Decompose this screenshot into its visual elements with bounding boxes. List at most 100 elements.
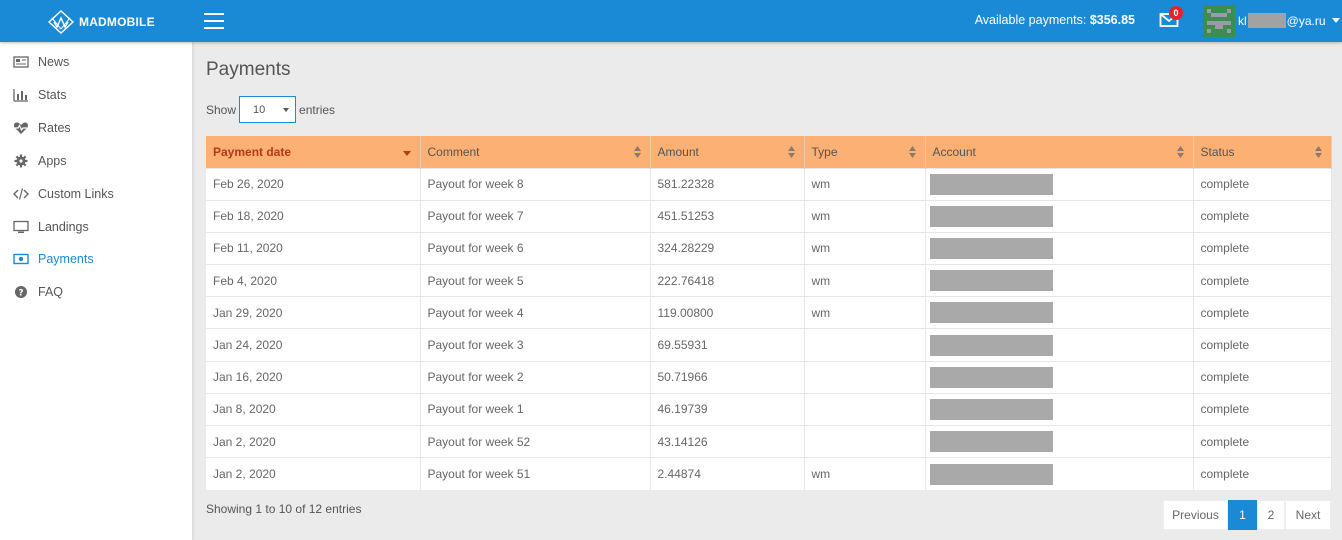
column-header-payment-date[interactable]: Payment date <box>206 136 421 168</box>
hamburger-bar-1 <box>204 13 224 15</box>
cell-comment: Payout for week 3 <box>420 328 651 362</box>
cell-date: Feb 26, 2020 <box>206 167 421 201</box>
redacted-account <box>929 463 1053 485</box>
cell-date: Jan 2, 2020 <box>206 424 421 458</box>
code-icon <box>13 186 29 202</box>
column-header-type[interactable]: Type <box>804 136 926 168</box>
sidebar-item-custom-links[interactable]: Custom Links <box>0 180 193 208</box>
question-circle-icon: ? <box>13 284 29 300</box>
heartbeat-icon <box>13 120 29 136</box>
column-header-label: Amount <box>657 144 699 159</box>
sidebar-item-payments[interactable]: Payments <box>0 245 193 273</box>
entries-per-page-select[interactable]: 10 <box>239 96 297 123</box>
svg-text:?: ? <box>18 289 23 299</box>
cell-status: complete <box>1193 167 1332 201</box>
cell-status: complete <box>1193 264 1332 297</box>
table-row: Feb 18, 2020 Payout for week 7 451.51253… <box>206 199 1332 233</box>
table-info: Showing 1 to 10 of 12 entries <box>206 502 362 516</box>
column-header-comment[interactable]: Comment <box>420 136 651 168</box>
avatar[interactable] <box>1203 5 1235 37</box>
cell-account <box>925 360 1194 394</box>
sidebar-item-label: Payments <box>38 252 94 266</box>
user-menu[interactable]: kl @ya.ru <box>1238 13 1340 28</box>
monitor-icon <box>13 219 29 235</box>
cell-status: complete <box>1193 424 1332 458</box>
cell-date: Jan 8, 2020 <box>206 392 421 426</box>
cell-type <box>804 392 926 426</box>
cell-type <box>804 424 926 458</box>
sidebar-item-label: Stats <box>38 88 67 102</box>
user-email-prefix: kl <box>1238 13 1247 28</box>
cell-amount: 69.55931 <box>650 328 805 362</box>
table-row: Jan 24, 2020 Payout for week 3 69.55931 … <box>206 328 1332 362</box>
entries-length-control: Show 10 entries <box>206 96 335 123</box>
gear-icon <box>13 153 29 169</box>
cell-comment: Payout for week 5 <box>420 264 651 297</box>
bar-chart-icon <box>13 87 29 103</box>
redacted-account <box>929 366 1053 388</box>
cell-amount: 46.19739 <box>650 392 805 426</box>
avatar-identicon <box>1203 5 1235 37</box>
column-header-label: Type <box>811 144 838 159</box>
cell-amount: 324.28229 <box>650 231 805 265</box>
column-header-label: Comment <box>427 144 480 159</box>
table-row: Jan 16, 2020 Payout for week 2 50.71966 … <box>206 360 1332 394</box>
page-2-button[interactable]: 2 <box>1257 500 1285 530</box>
sidebar-item-stats[interactable]: Stats <box>0 81 193 109</box>
cell-status: complete <box>1193 392 1332 426</box>
cell-comment: Payout for week 2 <box>420 360 651 394</box>
cell-account <box>925 457 1194 490</box>
sidebar-item-news[interactable]: News <box>0 48 193 76</box>
user-email-suffix: @ya.ru <box>1286 13 1326 28</box>
next-page-button[interactable]: Next <box>1285 500 1331 530</box>
cell-date: Jan 24, 2020 <box>206 328 421 362</box>
page-title: Payments <box>206 59 291 80</box>
cell-amount: 50.71966 <box>650 360 805 394</box>
page-1-button[interactable]: 1 <box>1228 500 1257 530</box>
column-header-label: Status <box>1200 144 1235 159</box>
sidebar-item-label: News <box>38 55 70 69</box>
available-payments-label: Available payments: <box>974 13 1087 27</box>
sidebar-item-rates[interactable]: Rates <box>0 114 193 142</box>
sort-icon <box>787 146 795 158</box>
redacted-account <box>929 270 1053 292</box>
show-label: Show <box>206 102 237 117</box>
cell-comment: Payout for week 8 <box>420 167 651 201</box>
pagination: Previous 1 2 Next <box>1163 500 1331 530</box>
logo-mark-icon <box>47 10 75 34</box>
money-icon <box>13 251 29 267</box>
hamburger-bar-2 <box>204 20 224 22</box>
cell-date: Feb 11, 2020 <box>206 231 421 265</box>
table-row: Jan 8, 2020 Payout for week 1 46.19739 c… <box>206 392 1332 426</box>
cell-comment: Payout for week 51 <box>420 457 651 490</box>
column-header-status[interactable]: Status <box>1193 136 1332 168</box>
menu-toggle-button[interactable] <box>204 13 224 29</box>
table-row: Jan 2, 2020 Payout for week 52 43.14126 … <box>206 424 1332 458</box>
redacted-account <box>929 173 1053 195</box>
table-row: Feb 26, 2020 Payout for week 8 581.22328… <box>206 167 1332 201</box>
available-payments-amount: $356.85 <box>1089 13 1135 27</box>
table-row: Feb 4, 2020 Payout for week 5 222.76418 … <box>206 264 1332 297</box>
table-row: Jan 2, 2020 Payout for week 51 2.44874 w… <box>206 457 1332 490</box>
cell-type: wm <box>804 296 926 329</box>
cell-type <box>804 360 926 394</box>
chevron-down-icon <box>1331 18 1340 23</box>
cell-comment: Payout for week 7 <box>420 199 651 233</box>
table-header-row: Payment date Comment Amount Type Account… <box>206 136 1332 168</box>
column-header-amount[interactable]: Amount <box>650 136 805 168</box>
cell-amount: 2.44874 <box>650 457 805 490</box>
cell-account <box>925 199 1194 233</box>
mail-count-badge: 0 <box>1169 6 1183 20</box>
sidebar-item-landings[interactable]: Landings <box>0 213 193 241</box>
cell-comment: Payout for week 4 <box>420 296 651 329</box>
cell-type: wm <box>804 264 926 297</box>
sidebar-item-apps[interactable]: Apps <box>0 147 193 175</box>
previous-page-button[interactable]: Previous <box>1163 500 1228 530</box>
logo-text: MADMOBILE <box>79 15 155 29</box>
logo[interactable]: MADMOBILE <box>47 10 155 34</box>
cell-comment: Payout for week 1 <box>420 392 651 426</box>
cell-type: wm <box>804 231 926 265</box>
cell-amount: 451.51253 <box>650 199 805 233</box>
column-header-account[interactable]: Account <box>925 136 1194 168</box>
sidebar-item-faq[interactable]: ? FAQ <box>0 278 193 306</box>
